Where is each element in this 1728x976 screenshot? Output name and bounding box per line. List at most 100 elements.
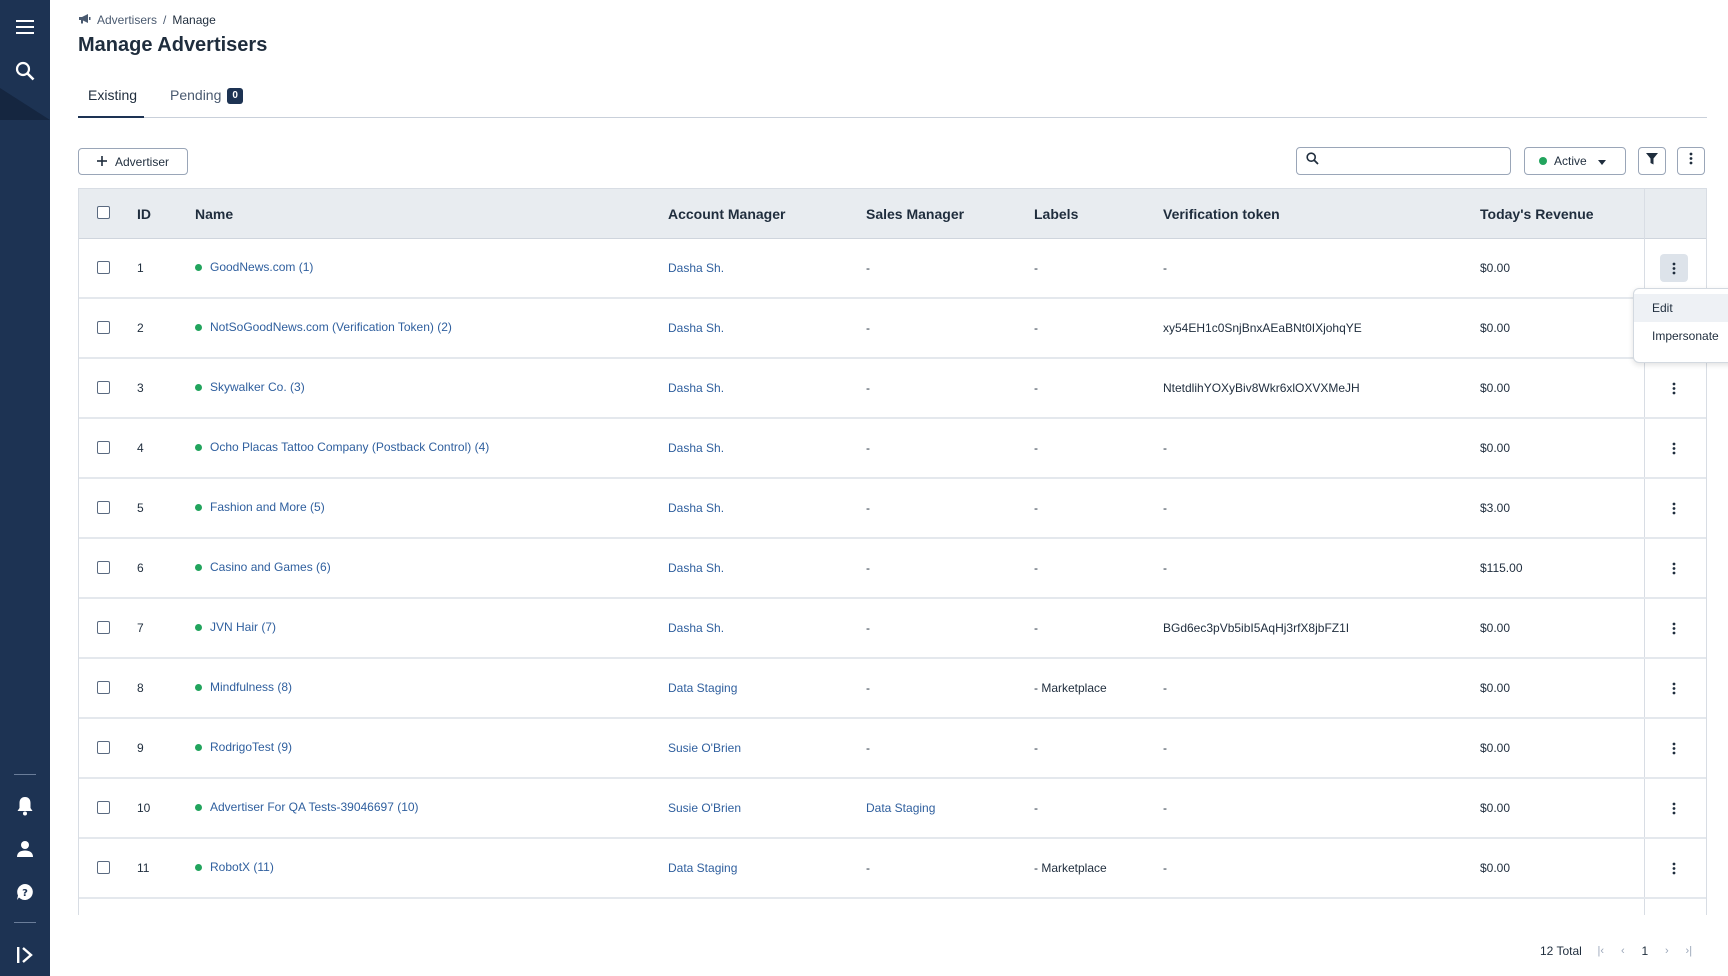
menu-icon[interactable] bbox=[0, 12, 50, 42]
revenue-cell: $0.00 bbox=[1480, 441, 1511, 455]
row-actions-button[interactable] bbox=[1660, 374, 1688, 402]
row-actions-button[interactable] bbox=[1660, 614, 1688, 642]
status-dot bbox=[195, 803, 202, 811]
row-name-cell: RobotX (11) bbox=[195, 860, 274, 874]
next-page-icon[interactable]: › bbox=[1656, 945, 1678, 957]
labels-cell: - bbox=[1034, 561, 1038, 575]
row-checkbox[interactable] bbox=[97, 621, 110, 634]
first-page-icon[interactable]: |‹ bbox=[1590, 945, 1612, 957]
account-manager-link[interactable]: Dasha Sh. bbox=[668, 381, 724, 395]
column-header-sales-manager[interactable]: Sales Manager bbox=[866, 206, 964, 222]
tab-existing[interactable]: Existing bbox=[88, 84, 137, 118]
search-input[interactable] bbox=[1325, 154, 1505, 168]
advertiser-name-link[interactable]: Skywalker Co. (3) bbox=[210, 380, 305, 394]
current-page[interactable]: 1 bbox=[1634, 944, 1656, 958]
account-manager-link[interactable]: Dasha Sh. bbox=[668, 501, 724, 515]
row-actions-button[interactable] bbox=[1660, 434, 1688, 462]
column-header-name[interactable]: Name bbox=[195, 206, 233, 222]
last-page-icon[interactable]: ›| bbox=[1678, 945, 1700, 957]
row-checkbox[interactable] bbox=[97, 561, 110, 574]
row-name-cell: Fashion and More (5) bbox=[195, 500, 325, 514]
row-actions-button[interactable] bbox=[1660, 494, 1688, 522]
advertiser-name-link[interactable]: NotSoGoodNews.com (Verification Token) (… bbox=[210, 320, 452, 334]
row-actions-button[interactable] bbox=[1660, 554, 1688, 582]
revenue-cell: $0.00 bbox=[1480, 261, 1511, 275]
menu-item-edit[interactable]: Edit bbox=[1634, 294, 1728, 322]
advertiser-name-link[interactable]: Fashion and More (5) bbox=[210, 500, 325, 514]
sales-manager-cell: - bbox=[866, 501, 870, 515]
advertiser-name-link[interactable]: Casino and Games (6) bbox=[210, 560, 331, 574]
row-checkbox[interactable] bbox=[97, 501, 110, 514]
row-id: 7 bbox=[137, 621, 144, 635]
status-filter-select[interactable]: Active bbox=[1524, 147, 1626, 175]
row-checkbox[interactable] bbox=[97, 681, 110, 694]
caret-down-icon bbox=[1597, 154, 1606, 168]
more-options-button[interactable] bbox=[1677, 147, 1705, 175]
expand-icon[interactable] bbox=[0, 944, 50, 966]
user-icon[interactable] bbox=[0, 838, 50, 860]
search-box[interactable] bbox=[1296, 147, 1511, 175]
row-checkbox[interactable] bbox=[97, 381, 110, 394]
row-checkbox[interactable] bbox=[97, 261, 110, 274]
advertiser-name-link[interactable]: GoodNews.com (1) bbox=[210, 260, 313, 274]
advertiser-name-link[interactable]: Ocho Placas Tattoo Company (Postback Con… bbox=[210, 440, 489, 454]
tab-pending[interactable]: Pending 0 bbox=[170, 84, 243, 118]
column-header-account-manager[interactable]: Account Manager bbox=[668, 206, 785, 222]
row-actions-button[interactable] bbox=[1660, 734, 1688, 762]
account-manager-link[interactable]: Susie O'Brien bbox=[668, 801, 741, 815]
account-manager-link[interactable]: Dasha Sh. bbox=[668, 321, 724, 335]
column-header-labels[interactable]: Labels bbox=[1034, 206, 1078, 222]
pending-count-badge: 0 bbox=[227, 88, 243, 104]
row-checkbox[interactable] bbox=[97, 801, 110, 814]
account-manager-link[interactable]: Data Staging bbox=[668, 681, 737, 695]
account-manager-link[interactable]: Dasha Sh. bbox=[668, 621, 724, 635]
tab-bar: Existing Pending 0 bbox=[78, 84, 1707, 118]
menu-item-impersonate[interactable]: Impersonate bbox=[1634, 322, 1728, 350]
account-manager-link[interactable]: Dasha Sh. bbox=[668, 261, 724, 275]
revenue-cell: $0.00 bbox=[1480, 621, 1511, 635]
breadcrumb-advertisers[interactable]: Advertisers bbox=[97, 13, 157, 27]
row-checkbox[interactable] bbox=[97, 441, 110, 454]
account-manager-link[interactable]: Susie O'Brien bbox=[668, 741, 741, 755]
advertiser-name-link[interactable]: JVN Hair (7) bbox=[210, 620, 276, 634]
total-count: 12 Total bbox=[1540, 944, 1582, 958]
search-icon[interactable] bbox=[0, 56, 50, 86]
row-actions-button[interactable] bbox=[1660, 794, 1688, 822]
revenue-cell: $3.00 bbox=[1480, 501, 1511, 515]
column-header-id[interactable]: ID bbox=[137, 206, 151, 222]
advertiser-name-link[interactable]: RodrigoTest (9) bbox=[210, 740, 292, 754]
advertiser-name-link[interactable]: Advertiser For QA Tests-39046697 (10) bbox=[210, 800, 419, 814]
kebab-icon bbox=[1672, 742, 1676, 754]
row-actions-button[interactable] bbox=[1660, 254, 1688, 282]
row-checkbox[interactable] bbox=[97, 861, 110, 874]
row-id: 6 bbox=[137, 561, 144, 575]
verification-token-cell: - bbox=[1163, 561, 1167, 575]
advertiser-name-link[interactable]: Mindfulness (8) bbox=[210, 680, 292, 694]
table-row: 4 Ocho Placas Tattoo Company (Postback Co… bbox=[79, 419, 1706, 479]
sales-manager-cell[interactable]: Data Staging bbox=[866, 801, 935, 815]
row-checkbox[interactable] bbox=[97, 741, 110, 754]
kebab-icon bbox=[1672, 562, 1676, 574]
help-icon[interactable]: ? bbox=[0, 881, 50, 903]
sidebar-divider bbox=[14, 774, 36, 775]
row-actions-menu: Edit Impersonate bbox=[1633, 288, 1728, 363]
column-header-todays-revenue[interactable]: Today's Revenue bbox=[1480, 206, 1594, 222]
filter-button[interactable] bbox=[1638, 147, 1666, 175]
bell-icon[interactable] bbox=[0, 795, 50, 817]
account-manager-link[interactable]: Dasha Sh. bbox=[668, 561, 724, 575]
account-manager-link[interactable]: Dasha Sh. bbox=[668, 441, 724, 455]
labels-cell: - Marketplace bbox=[1034, 681, 1107, 695]
sidebar: ? bbox=[0, 0, 50, 976]
advertiser-name-link[interactable]: RobotX (11) bbox=[210, 860, 274, 874]
select-all-checkbox[interactable] bbox=[97, 206, 110, 219]
row-checkbox[interactable] bbox=[97, 321, 110, 334]
verification-token-cell: - bbox=[1163, 441, 1167, 455]
prev-page-icon[interactable]: ‹ bbox=[1612, 945, 1634, 957]
main-content: Advertisers / Manage Manage Advertisers … bbox=[50, 0, 1728, 976]
account-manager-link[interactable]: Data Staging bbox=[668, 861, 737, 875]
row-actions-button[interactable] bbox=[1660, 674, 1688, 702]
add-advertiser-button[interactable]: Advertiser bbox=[78, 148, 188, 175]
table-row: 2 NotSoGoodNews.com (Verification Token) … bbox=[79, 299, 1706, 359]
column-header-verification-token[interactable]: Verification token bbox=[1163, 206, 1280, 222]
row-actions-button[interactable] bbox=[1660, 854, 1688, 882]
